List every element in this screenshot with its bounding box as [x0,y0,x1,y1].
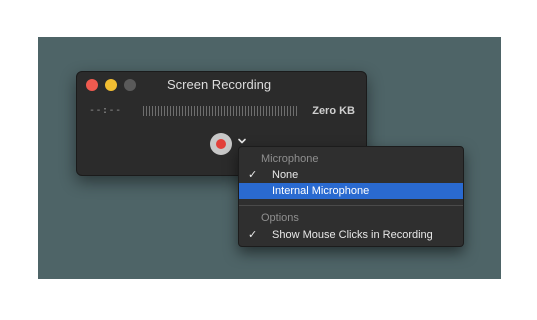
close-button-icon[interactable] [86,79,98,91]
checkmark-icon: ✓ [248,169,258,181]
file-size: Zero KB [312,105,355,117]
menu-header-options: Options [261,212,299,224]
checkmark-icon: ✓ [248,229,258,241]
menu-header-microphone: Microphone [261,153,319,165]
menu-item-label: Internal Microphone [272,185,370,197]
menu-item-none[interactable]: ✓ None [239,167,463,183]
elapsed-time: --:-- [89,105,122,116]
menu-item-internal-microphone[interactable]: Internal Microphone [239,183,463,199]
record-icon [216,139,226,149]
options-menu: Microphone ✓ None Internal Microphone Op… [238,146,464,247]
record-button[interactable] [210,133,232,155]
menu-item-label: None [272,169,299,181]
menu-item-show-mouse-clicks[interactable]: ✓ Show Mouse Clicks in Recording [239,227,463,243]
window-titlebar[interactable]: Screen Recording [77,72,366,98]
window-title: Screen Recording [167,77,272,92]
audio-level-meter [143,106,299,116]
menu-separator [239,205,463,206]
screenshot-stage: Screen Recording --:-- Zero KB Microphon… [0,0,537,320]
zoom-button-icon [124,79,136,91]
minimize-button-icon[interactable] [105,79,117,91]
menu-item-label: Show Mouse Clicks in Recording [272,229,433,241]
chevron-down-icon [238,138,246,144]
